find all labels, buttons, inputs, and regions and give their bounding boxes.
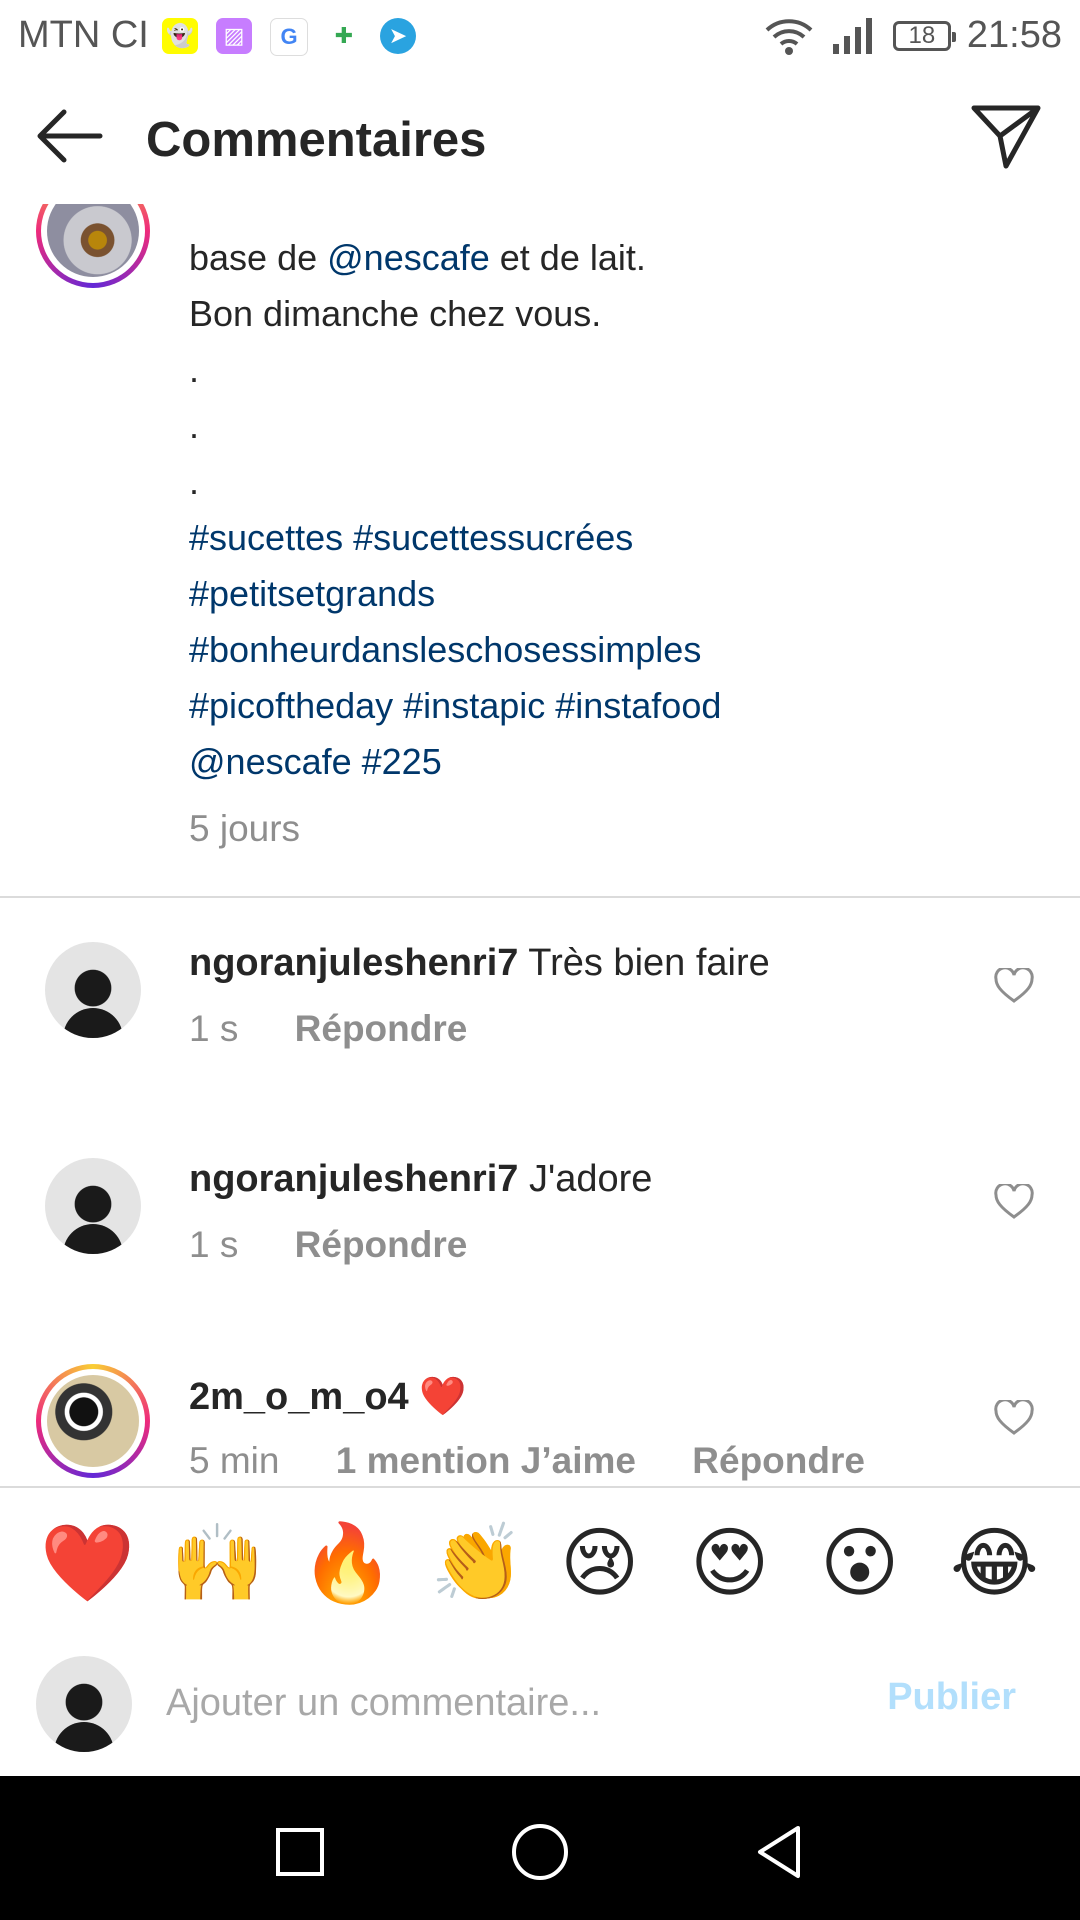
- recents-square-icon[interactable]: [270, 1822, 330, 1882]
- comment-text: J'adore: [528, 1158, 653, 1200]
- battery-icon: 18: [892, 20, 956, 51]
- comment-text: ❤️: [419, 1374, 467, 1418]
- page-title: Commentaires: [146, 113, 487, 167]
- comment-username[interactable]: ngoranjuleshenri7: [189, 1158, 518, 1200]
- signal-icon: [832, 17, 872, 54]
- comment-time: 1 s: [189, 1008, 239, 1049]
- reply-button[interactable]: Répondre: [295, 1224, 468, 1265]
- telegram-icon: ➤: [380, 18, 416, 54]
- likes-count[interactable]: 1 mention J’aime: [336, 1440, 636, 1481]
- wifi-icon: [765, 18, 813, 55]
- comment-text: Très bien faire: [528, 942, 770, 984]
- caption-dot: .: [189, 349, 200, 390]
- comment-item: ngoranjuleshenri7 J'adore 1 s Répondre: [0, 1158, 1080, 1308]
- caption-dot: .: [189, 405, 200, 446]
- clapping-emoji-button[interactable]: 👏: [430, 1518, 525, 1608]
- google-icon: G: [270, 18, 308, 56]
- hashtag-link[interactable]: #petitsetgrands: [189, 566, 1049, 622]
- comment-time: 1 s: [189, 1224, 239, 1265]
- divider: [0, 896, 1080, 898]
- comment-time: 5 min: [189, 1440, 280, 1481]
- reply-button[interactable]: Répondre: [692, 1440, 865, 1481]
- avatar[interactable]: [45, 1158, 141, 1254]
- like-heart-icon[interactable]: [994, 968, 1034, 1004]
- hashtag-link[interactable]: #sucettes #sucettessucrées: [189, 510, 1049, 566]
- hashtag-link[interactable]: #picoftheday #instapic #instafood: [189, 678, 1049, 734]
- like-heart-icon[interactable]: [994, 1184, 1034, 1220]
- surprised-emoji-button[interactable]: 😮: [820, 1518, 899, 1608]
- heart-emoji-button[interactable]: ❤️: [40, 1518, 135, 1608]
- gallery-icon: ▨: [216, 18, 252, 54]
- hashtag-link[interactable]: @nescafe #225: [189, 734, 1049, 790]
- caption-line: et de lait.: [489, 237, 646, 278]
- comment-username[interactable]: 2m_o_m_o4: [189, 1376, 409, 1418]
- puzzle-icon: ✚: [326, 18, 362, 54]
- caption-line: Bon dimanche chez vous.: [189, 293, 602, 334]
- back-arrow-icon[interactable]: [34, 106, 104, 166]
- avatar: [36, 1656, 132, 1752]
- caption-text: base de @nescafe et de lait. Bon dimanch…: [189, 204, 1049, 790]
- laughing-emoji-button[interactable]: 😂: [950, 1518, 1039, 1608]
- publish-button[interactable]: Publier: [887, 1676, 1016, 1719]
- raising-hands-emoji-button[interactable]: 🙌: [170, 1518, 265, 1608]
- direct-message-icon[interactable]: [970, 100, 1042, 172]
- hashtag-link[interactable]: #bonheurdansleschosessimples: [189, 622, 1049, 678]
- post-caption: base de @nescafe et de lait. Bon dimanch…: [0, 204, 1080, 897]
- avatar[interactable]: [45, 942, 141, 1038]
- comment-input[interactable]: [166, 1668, 846, 1738]
- comment-item: ngoranjuleshenri7 Très bien faire 1 s Ré…: [0, 942, 1080, 1092]
- app-header: Commentaires: [0, 76, 1080, 204]
- carrier-label: MTN CI: [18, 14, 149, 56]
- comment-username[interactable]: ngoranjuleshenri7: [189, 942, 518, 984]
- snapchat-icon: 👻: [162, 18, 198, 54]
- avatar[interactable]: [36, 1364, 150, 1478]
- status-bar: MTN CI 👻 ▨ G ✚ ➤ 18 21:58: [0, 0, 1080, 76]
- caption-line: base de: [189, 237, 328, 278]
- mention-link[interactable]: @nescafe: [327, 237, 490, 278]
- reply-button[interactable]: Répondre: [295, 1008, 468, 1049]
- comment-composer: Publier: [0, 1632, 1080, 1776]
- notification-icons: 👻 ▨ G ✚ ➤: [162, 18, 416, 56]
- crying-emoji-button[interactable]: 😢: [560, 1518, 639, 1608]
- heart-eyes-emoji-button[interactable]: 😍: [690, 1518, 769, 1608]
- fire-emoji-button[interactable]: 🔥: [300, 1518, 395, 1608]
- home-circle-icon[interactable]: [510, 1822, 570, 1882]
- caption-timestamp: 5 jours: [189, 808, 301, 849]
- caption-dot: .: [189, 461, 200, 502]
- emoji-quick-bar: ❤️ 🙌 🔥 👏 😢 😍 😮 😂: [0, 1486, 1080, 1634]
- clock: 21:58: [966, 14, 1062, 56]
- like-heart-icon[interactable]: [994, 1400, 1034, 1436]
- system-nav-bar: [0, 1776, 1080, 1920]
- author-avatar[interactable]: [36, 204, 150, 288]
- back-triangle-icon[interactable]: [750, 1822, 810, 1882]
